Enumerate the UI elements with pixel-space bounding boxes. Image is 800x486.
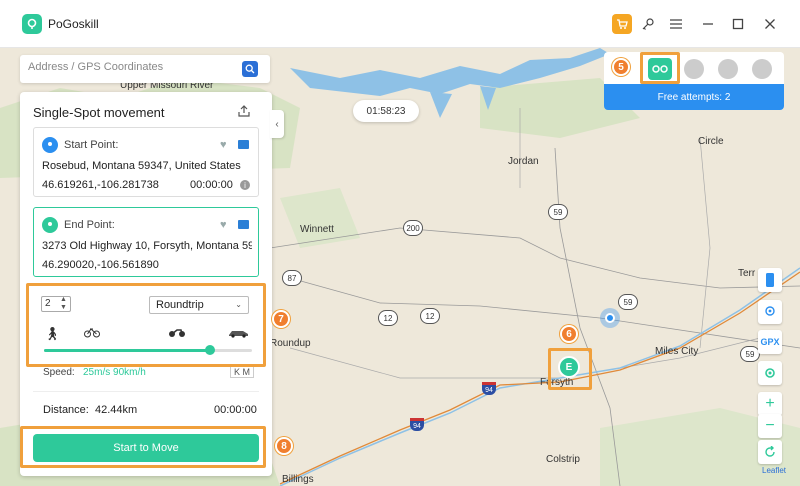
divider [33,391,259,392]
device-icon[interactable] [758,268,782,292]
place-label: Terr [738,268,756,279]
route-shield: 12 [420,308,440,324]
end-point-marker[interactable]: E [558,356,580,378]
chevron-down-icon: ⌄ [235,300,242,309]
speed-slider[interactable] [44,345,252,355]
multi-spot-mode-icon[interactable] [684,59,704,79]
route-mode-select[interactable]: Roundtrip ⌄ [149,296,249,314]
route-shield: 12 [378,310,398,326]
motorcycle-icon[interactable] [168,326,186,341]
zoom-out-icon[interactable]: − [758,414,782,438]
distance-value: 42.44km [94,404,138,416]
folder-icon[interactable] [238,220,249,229]
step-badge-5: 5 [612,58,630,76]
end-coordinates: 46.290020,-106.561890 [42,259,159,271]
joystick-mode-icon[interactable] [718,59,738,79]
app-title: PoGoskill [48,17,99,31]
cart-icon[interactable] [612,14,632,34]
start-to-move-button[interactable]: Start to Move [33,434,259,462]
car-icon[interactable] [228,326,250,341]
step-badge-7: 7 [272,310,290,328]
step-badge-8: 8 [275,437,293,455]
maximize-icon[interactable] [728,14,748,34]
minimize-icon[interactable] [698,14,718,34]
interstate-shield: 94 [482,382,496,395]
info-icon[interactable]: i [240,180,250,190]
refresh-icon[interactable] [758,440,782,464]
start-point-label: Start Point: [64,139,119,151]
end-point-label: End Point: [64,219,115,231]
walk-icon[interactable]: 🚶︎ [44,326,61,342]
gpx-import-button[interactable]: GPX [758,330,782,354]
speed-slider-fill [44,349,211,352]
leaflet-attribution[interactable]: Leaflet [762,466,786,475]
title-bar: PoGoskill [0,0,800,48]
mode-toolbar: Free attempts: 2 [604,52,784,112]
menu-icon[interactable] [666,14,686,34]
unit-toggle[interactable]: K M [230,366,255,378]
search-icon[interactable] [242,61,258,77]
place-label: Miles City [655,346,699,357]
place-label: Jordan [508,156,539,167]
place-label: Colstrip [546,454,580,465]
app-logo-icon [22,14,42,34]
start-pin-icon [42,137,58,153]
stepper-arrows-icon[interactable]: ▲ ▼ [60,296,70,312]
route-shield: 59 [548,204,568,220]
route-shield: 200 [403,220,423,236]
end-address: 3273 Old Highway 10, Forsyth, Montana 59… [42,240,252,252]
speed-label: Speed: [43,367,75,378]
locate-me-icon[interactable] [758,361,782,385]
start-time: 00:00:00 [190,179,233,191]
panel-title: Single-Spot movement [33,105,165,120]
place-label: Billings [282,474,314,485]
cooldown-timer: 01:58:23 [353,100,419,122]
jump-teleport-mode-icon[interactable] [752,59,772,79]
search-box [20,55,270,83]
folder-icon[interactable] [238,140,249,149]
route-shield: 59 [740,346,760,362]
highlight-box-mode [640,52,680,84]
place-label: Roundup [270,338,311,349]
mode-icons-row [604,52,784,84]
favorite-icon[interactable]: ♥ [220,219,227,231]
interstate-shield: 94 [410,418,424,431]
end-pin-icon [42,217,58,233]
start-address: Rosebud, Montana 59347, United States [42,160,241,172]
search-input[interactable] [28,61,228,73]
distance-label: Distance: 42.44km [43,404,138,416]
start-coordinates: 46.619261,-106.281738 [42,179,159,191]
location-pin-icon[interactable] [758,300,782,324]
speed-value: 25m/s 90km/h [83,367,146,378]
share-icon[interactable] [237,104,251,118]
end-point-card[interactable]: End Point: ♥ 3273 Old Highway 10, Forsyt… [33,207,259,277]
collapse-panel-button[interactable]: ‹ [270,110,284,138]
route-shield: 59 [618,294,638,310]
current-location-marker[interactable] [600,308,620,328]
favorite-icon[interactable]: ♥ [220,139,227,151]
close-icon[interactable] [760,14,780,34]
zoom-in-icon[interactable]: + [758,392,782,416]
start-point-card[interactable]: Start Point: ♥ Rosebud, Montana 59347, U… [33,127,259,197]
key-icon[interactable] [638,14,658,34]
bike-icon[interactable] [84,326,100,341]
distance-time: 00:00:00 [214,404,257,416]
place-label: Circle [698,136,724,147]
step-badge-6: 6 [560,325,578,343]
free-attempts-banner: Free attempts: 2 [604,84,784,110]
route-shield: 87 [282,270,302,286]
place-label: Winnett [300,224,334,235]
